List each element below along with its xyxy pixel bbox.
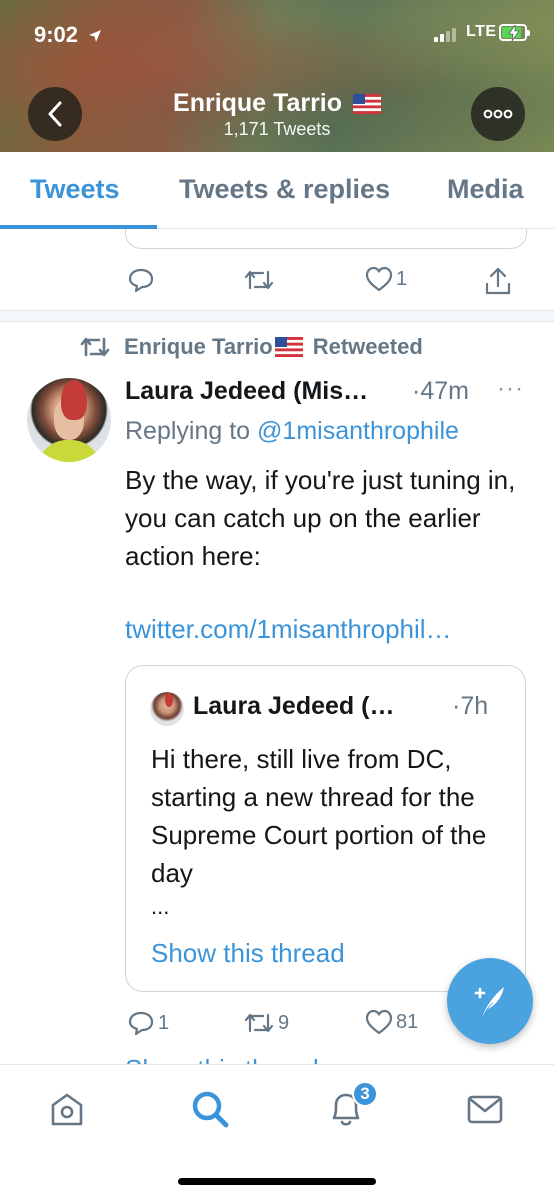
reply-button[interactable] — [127, 266, 155, 294]
reply-button[interactable]: 1 — [127, 1009, 169, 1037]
heart-icon — [365, 266, 393, 292]
nav-messages[interactable] — [463, 1087, 507, 1131]
nav-notifications[interactable]: 3 — [324, 1081, 378, 1131]
retweeted-by-line[interactable]: Enrique Tarrio Retweeted — [78, 334, 423, 360]
status-time: 9:02 — [34, 22, 102, 48]
tweet-timestamp: ·47m — [412, 377, 469, 405]
share-icon — [485, 267, 511, 295]
compose-feather-icon — [474, 987, 504, 1017]
replying-mention[interactable]: @1misanthrophile — [257, 417, 459, 445]
us-flag-icon — [274, 337, 303, 357]
nav-home[interactable] — [45, 1087, 89, 1131]
quote-author: Laura Jedeed (… — [193, 692, 395, 720]
location-arrow-icon — [89, 30, 102, 42]
show-thread-link[interactable]: Show this thread — [125, 1054, 319, 1064]
profile-name: Enrique Tarrio — [173, 89, 343, 117]
previous-quote-card[interactable] — [125, 229, 527, 249]
quote-avatar — [150, 692, 184, 726]
retweeter-name: Enrique Tarrio — [124, 334, 273, 359]
nav-search[interactable] — [188, 1087, 232, 1131]
quote-text: Hi there, still live from DC, starting a… — [151, 744, 487, 888]
like-button[interactable]: 81 — [365, 1009, 418, 1035]
show-thread-link[interactable]: Show this thread — [151, 938, 345, 969]
retweet-button[interactable]: 9 — [243, 1009, 289, 1037]
profile-tabs: Tweets Tweets & replies Media — [0, 152, 554, 229]
home-indicator[interactable] — [178, 1178, 376, 1185]
tab-media[interactable]: Media — [447, 174, 524, 205]
more-options-button[interactable] — [471, 87, 525, 141]
heart-icon — [365, 1009, 393, 1035]
reply-icon — [128, 268, 154, 293]
notification-badge: 3 — [352, 1081, 378, 1107]
retweet-icon — [80, 337, 110, 357]
like-button[interactable]: 1 — [365, 266, 407, 292]
tab-tweets-and-replies[interactable]: Tweets & replies — [179, 174, 390, 205]
compose-tweet-button[interactable] — [447, 958, 533, 1044]
profile-header: 9:02 LTE Enrique Tarrio 1,171 Tweets — [0, 0, 554, 152]
timeline[interactable]: 1 Enrique Tarrio Retweeted Laura Jedeed … — [0, 229, 554, 1064]
tweet-text: By the way, if you're just tuning in, yo… — [125, 465, 516, 571]
retweet-count: 9 — [278, 1011, 290, 1034]
avatar[interactable] — [27, 378, 111, 462]
clock: 9:02 — [34, 22, 79, 47]
us-flag-icon — [352, 94, 381, 115]
more-horizontal-icon — [483, 109, 513, 119]
tab-tweets[interactable]: Tweets — [30, 174, 120, 205]
tweet-time-value: 47m — [420, 377, 469, 405]
quote-time-value: 7h — [460, 692, 489, 720]
like-count: 1 — [396, 267, 408, 290]
retweet-button[interactable] — [243, 266, 275, 294]
network-type: LTE — [466, 23, 497, 40]
quote-timestamp: ·7h — [452, 692, 489, 720]
home-icon — [51, 1093, 83, 1126]
reply-count: 1 — [158, 1011, 170, 1034]
tweet-more-icon[interactable]: ··· — [497, 375, 524, 403]
quote-tweet-card[interactable]: Laura Jedeed (… ·7h Hi there, still live… — [125, 665, 526, 992]
tweet-link[interactable]: twitter.com/1misanthrophil… — [125, 614, 452, 645]
mail-icon — [467, 1095, 503, 1124]
like-count: 81 — [396, 1010, 419, 1033]
battery-icon — [499, 24, 530, 41]
share-button[interactable] — [484, 266, 512, 296]
reply-icon — [128, 1011, 154, 1036]
quote-ellipsis: ... — [151, 894, 170, 919]
retweet-icon — [244, 1013, 274, 1033]
tweet-divider — [0, 310, 554, 322]
signal-strength-icon — [434, 28, 460, 42]
charging-bolt-icon — [508, 25, 520, 41]
replying-to: Replying to @1misanthrophile — [125, 417, 459, 446]
tweet-header: Laura Jedeed (Mis… ·47m ··· — [125, 375, 535, 411]
status-bar: 9:02 LTE — [0, 0, 554, 70]
previous-tweet-actions: 1 — [0, 266, 554, 302]
tweet-count: 1,171 Tweets — [223, 119, 331, 139]
replying-prefix: Replying to — [125, 417, 251, 445]
retweet-icon — [244, 270, 274, 290]
tweet-author[interactable]: Laura Jedeed (Mis… — [125, 377, 368, 406]
search-icon — [192, 1091, 229, 1128]
retweeted-label: Retweeted — [312, 334, 423, 359]
